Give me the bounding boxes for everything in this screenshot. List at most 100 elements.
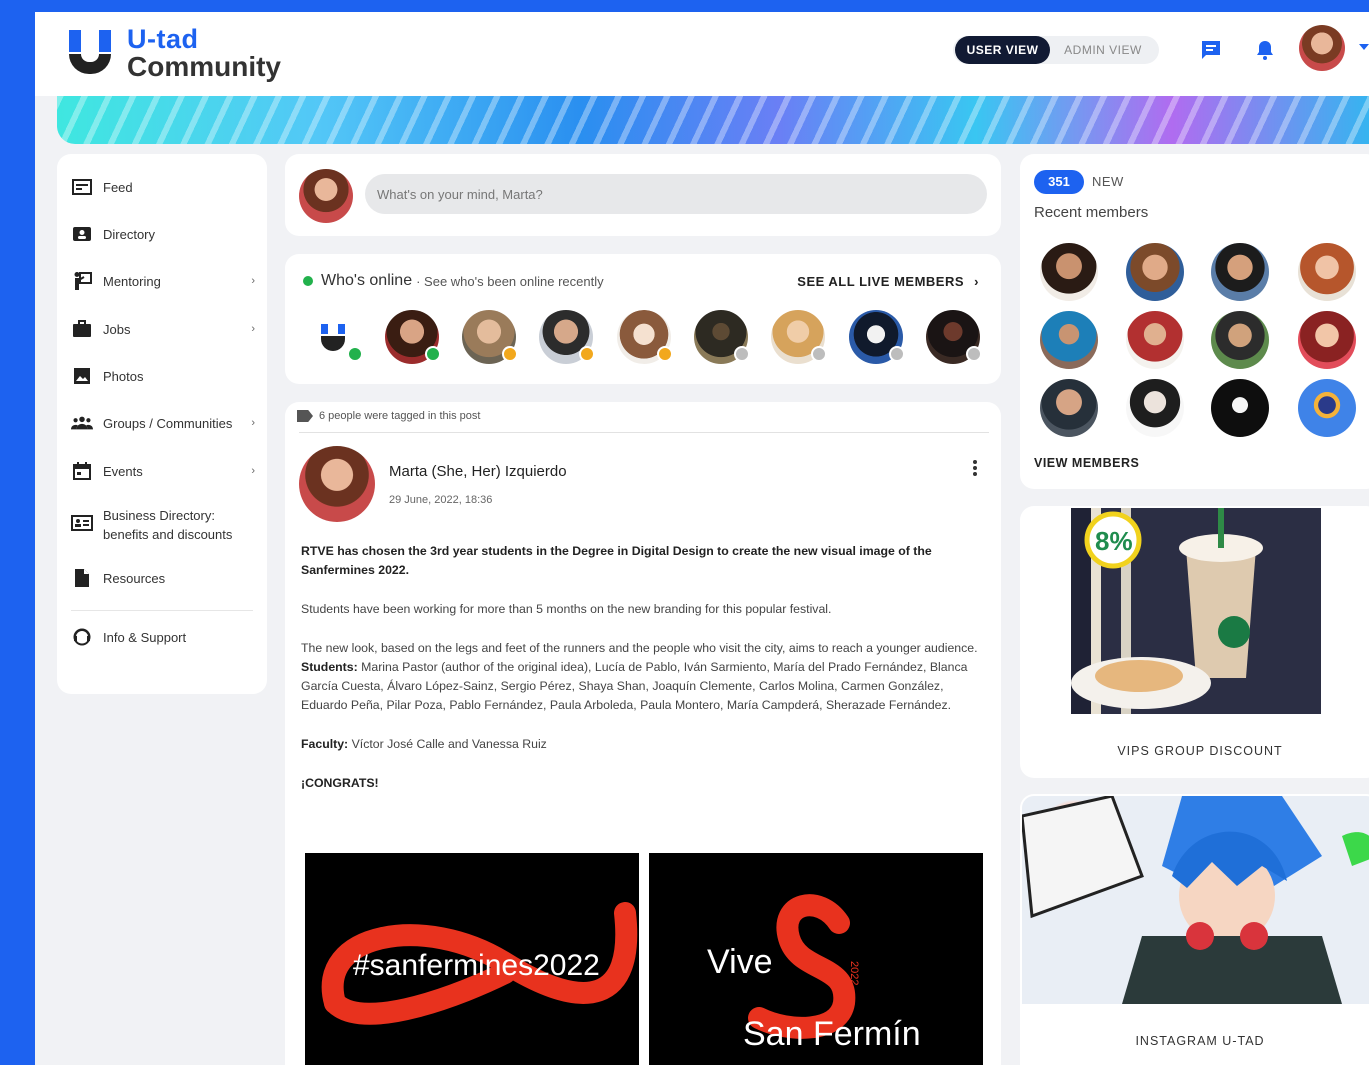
post-image[interactable]: Vive San Fermín 2022 — [649, 853, 983, 1065]
chevron-right-icon: › — [974, 274, 979, 289]
chevron-right-icon: › — [251, 275, 255, 287]
author-avatar[interactable] — [299, 446, 375, 522]
starbucks-drink-image: 8% — [1071, 508, 1263, 709]
instagram-card[interactable]: INSTAGRAM U-TAD — [1020, 794, 1369, 1065]
member-avatar[interactable] — [1040, 311, 1098, 369]
tagged-people-note[interactable]: 6 people were tagged in this post — [297, 410, 480, 422]
online-member-avatar[interactable] — [307, 310, 363, 364]
post-body: RTVE has chosen the 3rd year students in… — [301, 542, 991, 813]
member-avatar[interactable] — [1211, 243, 1269, 301]
image-year: 2022 — [848, 961, 860, 985]
sidebar-item-info-support[interactable]: Info & Support — [71, 628, 261, 646]
discount-badge: 8% — [1095, 526, 1133, 556]
photo-icon — [71, 367, 93, 385]
sidebar-item-photos[interactable]: Photos — [71, 367, 261, 385]
member-avatar[interactable] — [1211, 311, 1269, 369]
bell-icon[interactable] — [1253, 38, 1277, 62]
online-member-avatar[interactable] — [617, 310, 673, 364]
online-member-avatar[interactable] — [926, 310, 982, 364]
sidebar-item-label: Groups / Communities — [103, 415, 233, 431]
sidebar-item-events[interactable]: Events › — [71, 462, 261, 480]
away-status-icon — [579, 346, 595, 362]
see-all-live-members-link[interactable]: SEE ALL LIVE MEMBERS › — [797, 274, 979, 289]
sidebar-item-business-directory[interactable]: Business Directory: benefits and discoun… — [71, 506, 261, 544]
member-avatar[interactable] — [1298, 243, 1356, 301]
chevron-right-icon: › — [251, 417, 255, 429]
post-image[interactable]: #sanfermines2022 — [305, 853, 639, 1065]
more-options-icon[interactable] — [973, 460, 977, 476]
admin-view-button[interactable]: ADMIN VIEW — [1053, 36, 1153, 64]
recent-members-card: 351 NEW Recent members VIEW MEMBERS — [1020, 154, 1369, 489]
image-title-bottom: San Fermín — [743, 1015, 921, 1053]
business-card-icon — [71, 514, 93, 532]
calendar-icon — [71, 462, 93, 480]
support-icon — [71, 628, 93, 646]
sidebar-nav: Feed Directory Mentoring › Jobs › Photos… — [57, 154, 267, 694]
vips-promo-card[interactable]: 8% VIPS GROUP DISCOUNT — [1020, 506, 1369, 778]
post-paragraph: RTVE has chosen the 3rd year students in… — [301, 544, 932, 577]
sidebar-item-label: Jobs — [103, 321, 131, 337]
header-banner — [57, 96, 1369, 144]
feed-icon — [71, 178, 93, 196]
view-members-link[interactable]: VIEW MEMBERS — [1034, 456, 1139, 470]
chat-icon[interactable] — [1199, 38, 1223, 62]
online-member-avatar[interactable] — [539, 310, 595, 364]
post-date: 29 June, 2022, 18:36 — [389, 494, 493, 506]
san-fermin-image: Vive San Fermín 2022 — [707, 894, 921, 1053]
document-icon — [71, 569, 93, 587]
top-header: U-tad Community USER VIEW ADMIN VIEW — [35, 12, 1369, 96]
post-input[interactable] — [365, 174, 987, 214]
composer-avatar — [299, 169, 353, 223]
sidebar-item-groups[interactable]: Groups / Communities › — [71, 414, 261, 432]
utad-logo-mark — [69, 29, 111, 78]
feed-post: 6 people were tagged in this post Marta … — [285, 402, 1001, 1065]
member-avatar[interactable] — [1126, 311, 1184, 369]
view-toggle: USER VIEW ADMIN VIEW — [953, 36, 1159, 64]
member-avatar[interactable] — [1040, 379, 1098, 437]
instagram-caption: INSTAGRAM U-TAD — [1135, 1034, 1265, 1048]
chevron-right-icon: › — [251, 323, 255, 335]
offline-status-icon — [889, 346, 905, 362]
sidebar-item-jobs[interactable]: Jobs › — [71, 320, 261, 338]
offline-status-icon — [811, 346, 827, 362]
member-avatar[interactable] — [1040, 243, 1098, 301]
chevron-down-icon[interactable] — [1359, 44, 1369, 50]
sidebar-item-directory[interactable]: Directory — [71, 225, 261, 243]
whos-online-card: Who's online · See who's been online rec… — [285, 254, 1001, 384]
user-avatar[interactable] — [1299, 25, 1345, 71]
sidebar-item-label: Info & Support — [103, 629, 187, 645]
sidebar-item-mentoring[interactable]: Mentoring › — [71, 272, 261, 290]
online-member-avatar[interactable] — [771, 310, 827, 364]
chevron-right-icon: › — [251, 465, 255, 477]
directory-icon — [71, 225, 93, 243]
sidebar-item-feed[interactable]: Feed — [71, 178, 261, 196]
mentoring-icon — [71, 272, 93, 290]
member-avatar[interactable] — [1126, 379, 1184, 437]
member-avatar[interactable] — [1298, 379, 1356, 437]
sidebar-item-label: Directory — [103, 226, 156, 242]
sidebar-item-label: Mentoring — [103, 273, 161, 289]
member-avatar[interactable] — [1211, 379, 1269, 437]
new-label: NEW — [1092, 174, 1124, 189]
sidebar-item-label: Business Directory: — [103, 508, 215, 523]
online-member-avatar[interactable] — [462, 310, 518, 364]
online-member-avatar[interactable] — [385, 310, 441, 364]
away-status-icon — [657, 346, 673, 362]
sidebar-item-resources[interactable]: Resources — [71, 569, 261, 587]
sidebar-divider — [71, 610, 253, 611]
post-students: Students: Marina Pastor (author of the o… — [301, 660, 968, 712]
whos-online-subtitle: · See who's been online recently — [416, 273, 604, 289]
post-faculty: Faculty: Víctor José Calle and Vanessa R… — [301, 737, 547, 751]
post-congrats: ¡CONGRATS! — [301, 776, 379, 790]
online-member-avatar[interactable] — [694, 310, 750, 364]
offline-status-icon — [966, 346, 982, 362]
post-author[interactable]: Marta (She, Her) Izquierdo — [389, 463, 567, 480]
online-status-icon — [425, 346, 441, 362]
user-view-button[interactable]: USER VIEW — [955, 36, 1050, 64]
brand-name: U-tad — [127, 24, 199, 54]
online-member-avatar[interactable] — [849, 310, 905, 364]
utad-logo[interactable]: U-tad Community — [69, 26, 281, 81]
instagram-image — [1022, 796, 1369, 1004]
member-avatar[interactable] — [1126, 243, 1184, 301]
member-avatar[interactable] — [1298, 311, 1356, 369]
